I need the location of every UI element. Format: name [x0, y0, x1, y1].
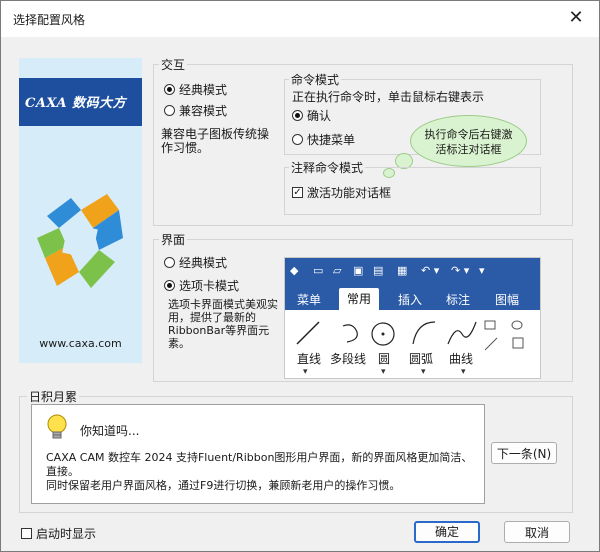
ribbon-tab-common: 常用	[339, 288, 380, 310]
tips-body-line: 同时保留老用户界面风格，通过F9进行切换，兼顾新老用户的操作习惯。	[46, 479, 401, 492]
interface-group-label: 界面	[159, 231, 188, 248]
interaction-description: 兼容电子图板传统操作习惯。	[161, 127, 270, 155]
radio-unchecked-icon	[164, 105, 175, 116]
website-label: www.caxa.com	[39, 337, 122, 350]
brand-panel: CAXA 数码大方 www.caxa.com	[19, 58, 142, 363]
tool-arc: 圆弧	[409, 352, 434, 366]
interaction-group-label: 交互	[159, 56, 188, 73]
save-as-icon: ▤	[373, 264, 384, 277]
lightbulb-icon	[47, 414, 67, 439]
radio-label: 选项卡模式	[179, 279, 240, 293]
interface-classic-radio[interactable]: 经典模式	[164, 254, 227, 271]
config-style-dialog: 选择配置风格 ✕ CAXA 数码大方 www.caxa.com 交互 经典模式 …	[0, 0, 600, 552]
interaction-classic-radio[interactable]: 经典模式	[164, 81, 227, 98]
svg-text:▾: ▾	[421, 367, 426, 377]
ok-button[interactable]: 确定	[414, 521, 480, 543]
radio-label: 经典模式	[179, 83, 228, 97]
show-on-startup-checkbox[interactable]: 启动时显示	[21, 525, 96, 542]
radio-label: 经典模式	[179, 256, 228, 270]
next-tip-button[interactable]: 下一条(N)	[491, 442, 557, 464]
radio-checked-icon	[292, 110, 303, 121]
radio-label: 兼容模式	[179, 104, 228, 118]
tips-body: CAXA CAM 数控车 2024 支持Fluent/Ribbon图形用户界面，…	[46, 451, 476, 493]
radio-unchecked-icon	[164, 257, 175, 268]
caxa-logo: CAXA 数码大方	[25, 96, 127, 111]
redo-icon: ↷ ▾	[451, 264, 470, 277]
checkbox-unchecked-icon	[21, 528, 32, 539]
window-title: 选择配置风格	[13, 13, 86, 27]
undo-icon: ↶ ▾	[421, 264, 440, 277]
activate-dialog-checkbox[interactable]: ✓ 激活功能对话框	[292, 184, 391, 201]
app-menu-icon: ◆	[290, 264, 299, 277]
annotation-mode-label: 注释命令模式	[289, 159, 366, 176]
checkbox-checked-icon: ✓	[292, 187, 303, 198]
radio-label: 确认	[307, 109, 332, 123]
tips-group-label: 日积月累	[27, 388, 80, 405]
checkbox-label: 启动时显示	[36, 527, 97, 541]
svg-text:▾: ▾	[303, 367, 308, 377]
tips-panel: 你知道吗... CAXA CAM 数控车 2024 支持Fluent/Ribbo…	[31, 404, 485, 504]
interface-tab-radio[interactable]: 选项卡模式	[164, 277, 239, 294]
command-mode-description: 正在执行命令时，单击鼠标右键表示	[292, 90, 485, 104]
hint-bubble-text: 执行命令后右键激活标注对话框	[424, 128, 513, 156]
title-bar: 选择配置风格 ✕	[1, 1, 599, 37]
radio-label: 快捷菜单	[307, 133, 356, 147]
radio-checked-icon	[164, 84, 175, 95]
svg-text:▾: ▾	[381, 367, 386, 377]
caxa-emblem-icon	[37, 194, 123, 288]
svg-text:▾: ▾	[461, 367, 466, 377]
tips-body-line: CAXA CAM 数控车 2024 支持Fluent/Ribbon图形用户界面，…	[46, 451, 473, 478]
command-mode-label: 命令模式	[289, 71, 342, 88]
tips-heading: 你知道吗...	[80, 424, 140, 438]
tool-circle: 圆	[378, 352, 391, 366]
radio-checked-icon	[164, 280, 175, 291]
radio-unchecked-icon	[292, 134, 303, 145]
tool-curve: 曲线	[449, 352, 474, 366]
print-icon: ▦	[397, 264, 408, 277]
tool-line: 直线	[297, 352, 322, 366]
ribbon-tab-insert: 插入	[398, 293, 423, 307]
interaction-compatible-radio[interactable]: 兼容模式	[164, 102, 227, 119]
ribbon-tab-menu: 菜单	[297, 293, 322, 307]
open-folder-icon: ▱	[333, 264, 342, 277]
interface-description: 选项卡界面模式美观实用，提供了最新的RibbonBar等界面元素。	[168, 298, 278, 350]
checkbox-label: 激活功能对话框	[307, 186, 392, 200]
command-shortcut-radio[interactable]: 快捷菜单	[292, 131, 355, 148]
ribbon-tools-icons: ▾ ▾ ▾ ▾	[296, 320, 524, 377]
ribbon-tab-dimension: 标注	[446, 293, 471, 307]
ribbon-tab-sheet: 图幅	[495, 293, 520, 307]
customize-icon: ▾	[479, 264, 485, 277]
command-confirm-radio[interactable]: 确认	[292, 107, 331, 124]
new-file-icon: ▭	[313, 264, 324, 277]
close-icon[interactable]: ✕	[565, 7, 587, 29]
save-icon: ▣	[353, 264, 364, 277]
tool-polyline: 多段线	[330, 352, 367, 366]
cancel-button[interactable]: 取消	[504, 521, 570, 543]
ribbon-preview: ◆ ▭ ▱ ▣ ▤ ▦ ↶ ▾ ↷ ▾ ▾ 菜单 常用 插入 标注 图幅 ▾ ▾…	[284, 257, 541, 379]
